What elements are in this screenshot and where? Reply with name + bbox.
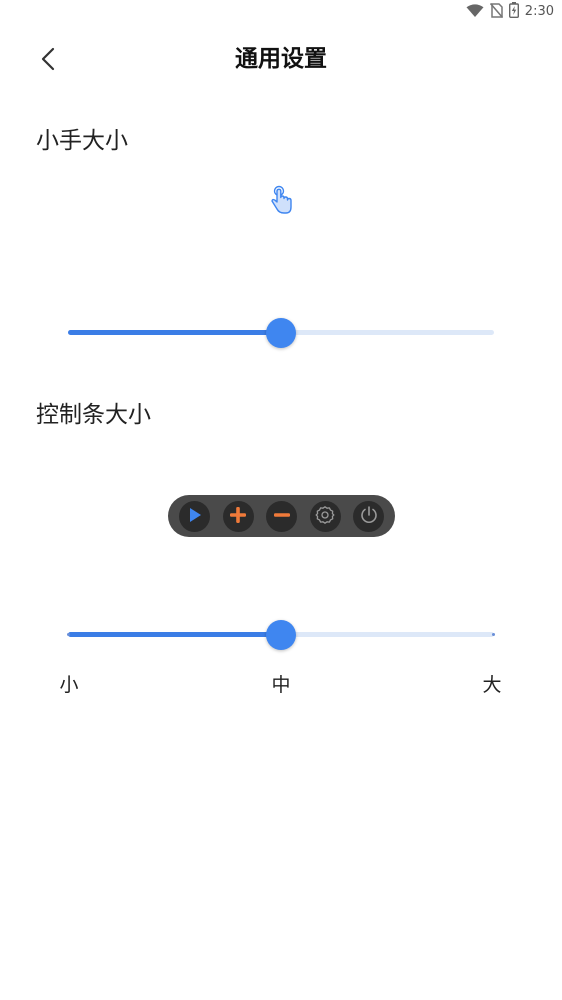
power-button[interactable] [353, 500, 384, 532]
page-title: 通用设置 [235, 46, 327, 72]
scale-label-small: 小 [59, 674, 79, 696]
battery-charging-icon [508, 2, 519, 22]
general-settings-screen: 2:30 通用设置 小手大小 控制条大小 小 中 大 [0, 0, 562, 1000]
hand-size-slider[interactable] [68, 316, 494, 350]
minus-icon [273, 506, 291, 527]
slider-fill [68, 330, 281, 335]
settings-button[interactable] [309, 500, 341, 532]
minus-button[interactable] [266, 500, 297, 532]
status-bar: 2:30 [0, 0, 562, 24]
status-time: 2:30 [524, 4, 554, 19]
control-bar-preview [168, 495, 395, 537]
play-icon [188, 507, 202, 526]
control-bar-size-title: 控制条大小 [36, 402, 151, 428]
slider-thumb[interactable] [266, 318, 296, 348]
scale-label-medium: 中 [271, 674, 291, 696]
tick-small [67, 633, 70, 636]
scale-label-large: 大 [482, 674, 502, 696]
wifi-icon [466, 3, 484, 22]
power-icon [359, 505, 379, 528]
plus-button[interactable] [222, 500, 254, 532]
slider-fill [68, 632, 281, 637]
control-bar-size-slider[interactable] [67, 618, 495, 652]
slider-thumb[interactable] [266, 620, 296, 650]
hand-size-title: 小手大小 [36, 128, 128, 154]
no-sim-icon [489, 2, 503, 22]
pointing-hand-icon [269, 185, 295, 215]
header: 通用设置 [0, 34, 562, 86]
plus-icon [229, 506, 247, 527]
gear-icon [315, 505, 335, 528]
play-button[interactable] [179, 500, 210, 532]
tick-large [492, 633, 495, 636]
status-icons: 2:30 [466, 2, 554, 22]
